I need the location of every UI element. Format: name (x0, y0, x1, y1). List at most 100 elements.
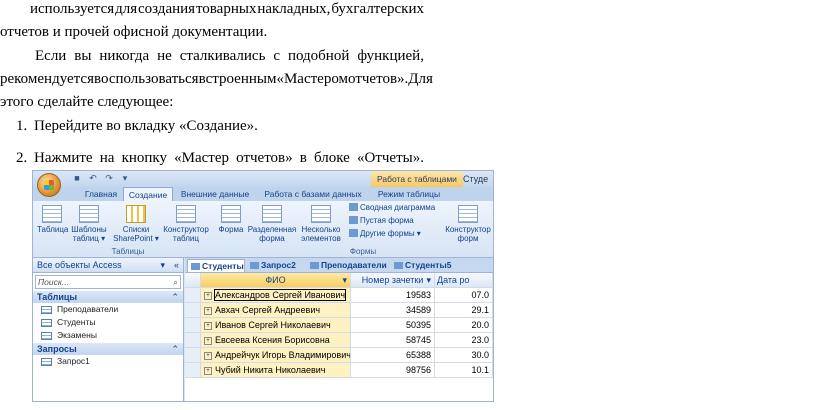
word: «Мастером (276, 71, 349, 87)
table-templates-icon (79, 205, 99, 223)
row-selector[interactable] (185, 333, 201, 348)
ribbon-tabs: Главная Создание Внешние данные Работа с… (33, 187, 493, 201)
word: товарных (195, 1, 257, 17)
ribbon: Таблица Шаблоны таблиц ▾ Списки SharePoi… (33, 201, 493, 258)
doc-tab-students5[interactable]: Студенты5 (391, 259, 461, 272)
column-header-fio[interactable]: ФИО ▾ (201, 273, 351, 288)
dropdown-arrow-icon[interactable]: ▾ (342, 273, 347, 287)
split-form-button[interactable]: Разделенная форма (247, 205, 297, 243)
undo-icon[interactable]: ↶ (87, 173, 99, 184)
cell-fio[interactable]: + Иванов Сергей Николаевич (201, 318, 351, 333)
cell-fio[interactable]: + Андрейчук Игорь Владимирович (201, 348, 351, 363)
cell-fio[interactable]: + Чубий Никита Николаевич (201, 363, 351, 378)
tab-database-tools[interactable]: Работа с базами данных (261, 187, 365, 201)
cell-birth-date[interactable]: 07.0 (435, 288, 493, 303)
expand-plus-icon[interactable]: + (204, 322, 212, 330)
nav-search-input[interactable]: Поиск... ⌕ (35, 275, 181, 289)
row-selector[interactable] (185, 348, 201, 363)
nav-group-queries[interactable]: Запросы ⌃ (33, 343, 183, 355)
cell-birth-date[interactable]: 23.0 (435, 333, 493, 348)
row-selector[interactable] (185, 303, 201, 318)
cell-record-book[interactable]: 65388 (351, 348, 435, 363)
context-tab-table-tools[interactable]: Работа с таблицами (371, 171, 463, 187)
nav-item-label: Студенты (57, 317, 96, 327)
collapse-icon[interactable]: ⌃ (171, 343, 179, 355)
column-header-record-book[interactable]: Номер зачетки ▾ (351, 273, 435, 288)
cell-text: Чубий Никита Николаевич (215, 365, 326, 375)
expand-plus-icon[interactable]: + (204, 337, 212, 345)
label: Форма (218, 225, 244, 234)
doc-tab-students[interactable]: Студенты (187, 259, 245, 272)
word: блоке (314, 150, 350, 166)
nav-item-exams[interactable]: Экзамены (33, 329, 183, 342)
cell-text: Евсеева Ксения Борисовна (215, 335, 330, 345)
cell-record-book[interactable]: 19583 (351, 288, 435, 303)
expand-plus-icon[interactable]: + (204, 352, 212, 360)
nav-pane-header[interactable]: Все объекты Access ▾ « (33, 258, 183, 273)
table-icon (394, 262, 403, 269)
word: подобной (287, 48, 350, 64)
cell-record-book[interactable]: 50395 (351, 318, 435, 333)
chevron-down-icon[interactable]: ▾ (160, 258, 165, 272)
expand-plus-icon[interactable]: + (204, 292, 212, 300)
blank-form-icon (349, 216, 358, 224)
tab-create[interactable]: Создание (123, 187, 173, 201)
other-forms-icon (349, 229, 358, 237)
table-button[interactable]: Таблица (37, 205, 68, 234)
table-icon (42, 205, 62, 223)
word: используется (30, 1, 115, 17)
expand-plus-icon[interactable]: + (204, 307, 212, 315)
cell-fio[interactable]: + Авхач Сергей Андреевич (201, 303, 351, 318)
office-button[interactable] (37, 173, 61, 197)
cell-fio[interactable]: + Евсеева Ксения Борисовна (201, 333, 351, 348)
collapse-icon[interactable]: ⌃ (171, 291, 179, 303)
table-icon (41, 332, 52, 340)
doc-tab-query2[interactable]: Запрос2 (247, 259, 305, 272)
row-selector[interactable] (185, 288, 201, 303)
search-icon[interactable]: ⌕ (173, 276, 178, 288)
nav-item-students[interactable]: Студенты (33, 316, 183, 329)
paragraph-line-2: отчетов и прочей офисной документации. (0, 24, 268, 40)
table-templates-button[interactable]: Шаблоны таблиц ▾ (71, 205, 107, 243)
cell-birth-date[interactable]: 20.0 (435, 318, 493, 333)
row-selector[interactable] (185, 318, 201, 333)
nav-item-query1[interactable]: Запрос1 (33, 355, 183, 368)
cell-birth-date[interactable]: 30.0 (435, 348, 493, 363)
column-header-birth-date[interactable]: Дата ро (435, 273, 493, 288)
blank-form-button[interactable]: Пустая форма (349, 216, 414, 226)
form-designer-button[interactable]: Конструктор форм (443, 205, 493, 243)
nav-item-label: Экзамены (57, 330, 97, 340)
other-forms-button[interactable]: Другие формы ▾ (349, 229, 421, 239)
tab-label: Студенты5 (405, 260, 452, 270)
cell-birth-date[interactable]: 10.1 (435, 363, 493, 378)
expand-plus-icon[interactable]: + (204, 367, 212, 375)
group-label-tables: Таблицы (111, 247, 145, 256)
form-button[interactable]: Форма (217, 205, 245, 234)
select-all-cell[interactable] (185, 273, 201, 288)
nav-group-tables[interactable]: Таблицы ⌃ (33, 291, 183, 303)
sharepoint-lists-button[interactable]: Списки SharePoint ▾ (113, 205, 159, 243)
customize-icon[interactable]: ▾ (119, 173, 131, 184)
list-item-step-1: Перейдите во вкладку «Создание». (34, 118, 258, 134)
pivot-chart-button[interactable]: Сводная диаграмма (349, 203, 435, 213)
cell-birth-date[interactable]: 29.1 (435, 303, 493, 318)
word: кнопку (121, 150, 167, 166)
save-icon[interactable]: ■ (71, 173, 83, 184)
collapse-pane-icon[interactable]: « (174, 258, 179, 272)
redo-icon[interactable]: ↷ (103, 173, 115, 184)
tab-home[interactable]: Главная (79, 187, 123, 201)
cell-record-book[interactable]: 34589 (351, 303, 435, 318)
cell-fio[interactable]: + Александров Сергей Иванович (201, 288, 351, 303)
tab-external-data[interactable]: Внешние данные (175, 187, 255, 201)
tab-datasheet[interactable]: Режим таблицы (371, 187, 447, 201)
table-designer-button[interactable]: Конструктор таблиц (161, 205, 211, 243)
nav-item-teachers[interactable]: Преподаватели (33, 303, 183, 316)
row-selector[interactable] (185, 363, 201, 378)
search-placeholder: Поиск... (38, 277, 69, 287)
cell-record-book[interactable]: 98756 (351, 363, 435, 378)
dropdown-arrow-icon[interactable]: ▾ (426, 273, 431, 287)
multiple-items-button[interactable]: Несколько элементов (299, 205, 343, 243)
doc-tab-teachers[interactable]: Преподаватели (307, 259, 389, 272)
word: встроенным (198, 71, 277, 87)
cell-record-book[interactable]: 58745 (351, 333, 435, 348)
